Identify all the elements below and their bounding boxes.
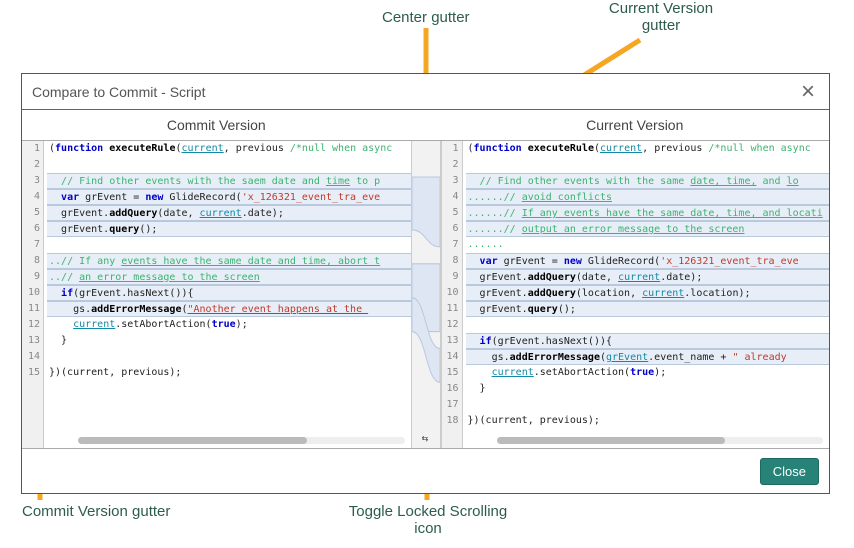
code-line: ......// output an error message to the … <box>466 221 830 237</box>
annotation-toggle-lock: Toggle Locked Scrollingicon <box>338 503 518 537</box>
annotation-current-version-gutter: Current Versiongutter <box>586 0 736 34</box>
dialog-footer: Close <box>22 449 829 493</box>
line-number: 1 <box>442 141 459 157</box>
code-line: var grEvent = new GlideRecord('x_126321_… <box>47 189 411 205</box>
dialog-title: Compare to Commit - Script <box>32 84 797 100</box>
line-number: 2 <box>442 157 459 173</box>
diff-area: 123456789101112131415 (function executeR… <box>22 140 829 449</box>
code-line: grEvent.addQuery(location, current.locat… <box>466 285 830 301</box>
left-gutter: 123456789101112131415 <box>22 141 44 448</box>
code-line <box>47 237 411 253</box>
code-line: (function executeRule(current, previous … <box>47 141 411 157</box>
heading-current-version: Current Version <box>441 117 830 133</box>
compare-dialog: Compare to Commit - Script × Commit Vers… <box>21 73 830 494</box>
line-number: 2 <box>22 157 40 173</box>
line-number: 15 <box>22 365 40 381</box>
right-gutter: 123456789101112131415161718 <box>441 141 463 448</box>
code-line <box>47 349 411 365</box>
version-headings: Commit Version Current Version <box>22 110 829 140</box>
line-number: 9 <box>442 269 459 285</box>
line-number: 17 <box>442 397 459 413</box>
code-line: } <box>47 333 411 349</box>
line-number: 14 <box>22 349 40 365</box>
code-line: // Find other events with the same date,… <box>466 173 830 189</box>
line-number: 5 <box>442 205 459 221</box>
left-code[interactable]: (function executeRule(current, previous … <box>44 141 411 448</box>
code-line: // Find other events with the saem date … <box>47 173 411 189</box>
close-icon[interactable]: × <box>797 81 819 103</box>
line-number: 16 <box>442 381 459 397</box>
line-number: 13 <box>442 333 459 349</box>
dialog-body: Commit Version Current Version 123456789… <box>22 110 829 493</box>
code-line: ...... <box>466 237 830 253</box>
code-line: current.setAbortAction(true); <box>47 317 411 333</box>
close-button[interactable]: Close <box>760 458 819 485</box>
code-line: grEvent.addQuery(date, current.date); <box>47 205 411 221</box>
right-scrollbar[interactable] <box>497 437 824 444</box>
line-number: 18 <box>442 413 459 429</box>
line-number: 9 <box>22 269 40 285</box>
code-line: (function executeRule(current, previous … <box>466 141 830 157</box>
line-number: 4 <box>442 189 459 205</box>
code-line <box>466 317 830 333</box>
line-number: 7 <box>22 237 40 253</box>
line-number: 11 <box>22 301 40 317</box>
line-number: 1 <box>22 141 40 157</box>
line-number: 11 <box>442 301 459 317</box>
code-line: if(grEvent.hasNext()){ <box>466 333 830 349</box>
code-line: var grEvent = new GlideRecord('x_126321_… <box>466 253 830 269</box>
code-line <box>466 397 830 413</box>
dialog-header: Compare to Commit - Script × <box>22 74 829 110</box>
line-number: 12 <box>22 317 40 333</box>
line-number: 15 <box>442 365 459 381</box>
annotation-center-gutter: Center gutter <box>382 9 470 26</box>
line-number: 3 <box>442 173 459 189</box>
code-line: grEvent.addQuery(date, current.date); <box>466 269 830 285</box>
line-number: 10 <box>442 285 459 301</box>
code-line: ......// avoid conflicts <box>466 189 830 205</box>
code-line: ......// If any events have the same dat… <box>466 205 830 221</box>
line-number: 8 <box>442 253 459 269</box>
code-line: ..// If any events have the same date an… <box>47 253 411 269</box>
annotation-commit-version-gutter: Commit Version gutter <box>22 503 170 520</box>
right-pane: 123456789101112131415161718 (function ex… <box>441 141 830 448</box>
line-number: 7 <box>442 237 459 253</box>
code-line: })(current, previous); <box>466 413 830 429</box>
toggle-locked-scrolling-icon[interactable]: ⇆ <box>422 434 430 443</box>
code-line: gs.addErrorMessage("Another event happen… <box>47 301 411 317</box>
code-line: grEvent.query(); <box>47 221 411 237</box>
line-number: 5 <box>22 205 40 221</box>
code-line: } <box>466 381 830 397</box>
code-line: current.setAbortAction(true); <box>466 365 830 381</box>
line-number: 8 <box>22 253 40 269</box>
left-scrollbar[interactable] <box>78 437 405 444</box>
line-number: 10 <box>22 285 40 301</box>
code-line: if(grEvent.hasNext()){ <box>47 285 411 301</box>
line-number: 4 <box>22 189 40 205</box>
center-gutter: ⇆ <box>411 141 441 448</box>
line-number: 6 <box>22 221 40 237</box>
line-number: 12 <box>442 317 459 333</box>
right-code[interactable]: (function executeRule(current, previous … <box>463 141 830 448</box>
line-number: 13 <box>22 333 40 349</box>
code-line: })(current, previous); <box>47 365 411 381</box>
code-line: grEvent.query(); <box>466 301 830 317</box>
code-line <box>47 157 411 173</box>
left-pane: 123456789101112131415 (function executeR… <box>22 141 411 448</box>
heading-commit-version: Commit Version <box>22 117 411 133</box>
code-line: gs.addErrorMessage(grEvent.event_name + … <box>466 349 830 365</box>
line-number: 6 <box>442 221 459 237</box>
line-number: 3 <box>22 173 40 189</box>
code-line: ..// an error message to the screen <box>47 269 411 285</box>
line-number: 14 <box>442 349 459 365</box>
code-line <box>466 157 830 173</box>
